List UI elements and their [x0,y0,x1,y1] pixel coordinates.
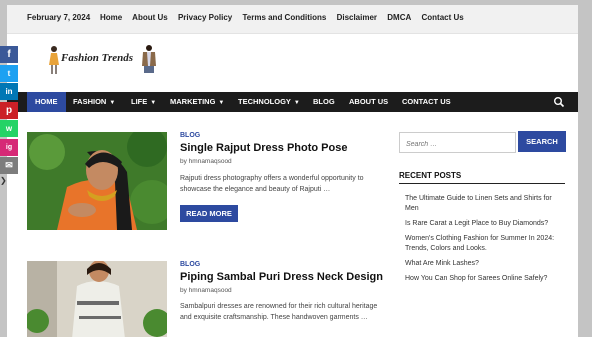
recent-posts-list: The Ultimate Guide to Linen Sets and Shi… [405,194,565,289]
top-link-about[interactable]: About Us [132,13,168,22]
top-link-terms[interactable]: Terms and Conditions [242,13,326,22]
nav-about-label: ABOUT US [349,97,389,106]
site-logo[interactable]: Fashion Trends [47,43,167,77]
post-thumbnail-rajput-dress[interactable] [27,132,167,230]
web-page: February 7, 2024 Home About Us Privacy P… [7,5,578,337]
post-category[interactable]: BLOG [180,261,200,268]
top-link-privacy[interactable]: Privacy Policy [178,13,232,22]
recent-post-link[interactable]: The Ultimate Guide to Linen Sets and Shi… [405,194,565,214]
top-link-disclaimer[interactable]: Disclaimer [337,13,377,22]
search-input[interactable] [400,136,512,153]
chevron-down-icon: ▼ [109,100,116,106]
nav-blog[interactable]: BLOG [313,92,335,112]
post-category[interactable]: BLOG [180,132,200,139]
top-bar: February 7, 2024 Home About Us Privacy P… [7,5,578,34]
share-toggle-icon[interactable]: ❯ [0,176,7,185]
woman-in-orange-dress-image [27,132,167,230]
nav-technology[interactable]: TECHNOLOGY ▼ [238,92,300,112]
email-icon[interactable]: ✉ [0,157,18,174]
post-excerpt: Sambalpuri dresses are renowned for thei… [180,303,378,321]
chevron-down-icon: ▼ [293,100,300,106]
recent-post-link[interactable]: Is Rare Carat a Legit Place to Buy Diamo… [405,219,565,229]
search-button[interactable]: SEARCH [518,131,566,152]
nav-life-label: LIFE [131,97,148,106]
nav-fashion[interactable]: FASHION ▼ [73,92,115,112]
current-date: February 7, 2024 [27,13,91,22]
post-title[interactable]: Single Rajput Dress Photo Pose [180,142,347,154]
nav-about-us[interactable]: ABOUT US [349,92,388,112]
recent-post-link[interactable]: What Are Mink Lashes? [405,259,565,269]
search-icon[interactable] [553,96,565,108]
top-links: Home About Us Privacy Policy Terms and C… [100,13,472,22]
recent-post-link[interactable]: Women's Clothing Fashion for Summer In 2… [405,234,565,254]
nav-marketing[interactable]: MARKETING ▼ [170,92,224,112]
post-author[interactable]: by hmnamaqsood [180,287,232,294]
facebook-icon[interactable]: f [0,46,18,63]
top-link-home[interactable]: Home [100,13,122,22]
browser-frame: February 7, 2024 Home About Us Privacy P… [0,0,592,337]
nav-technology-label: TECHNOLOGY [238,97,291,106]
nav-contact-us[interactable]: CONTACT US [402,92,451,112]
top-link-contact[interactable]: Contact Us [422,13,464,22]
linkedin-icon[interactable]: in [0,83,18,100]
recent-post-link[interactable]: How You Can Shop for Sarees Online Safel… [405,274,565,284]
social-share-bar: f t in p w ig ✉ [0,46,18,176]
instagram-icon[interactable]: ig [0,138,18,156]
sidebar-search-box [399,132,516,153]
nav-contact-label: CONTACT US [402,97,451,106]
twitter-icon[interactable]: t [0,64,18,82]
post-thumbnail-sambalpuri-dress[interactable] [27,261,167,337]
pinterest-icon[interactable]: p [0,101,18,119]
post-author[interactable]: by hmnamaqsood [180,158,232,165]
whatsapp-icon[interactable]: w [0,120,18,137]
nav-blog-label: BLOG [313,97,335,106]
logo-text: Fashion Trends [61,52,134,64]
read-more-button[interactable]: READ MORE [180,205,238,222]
nav-home[interactable]: HOME [27,92,66,112]
woman-in-white-dress-image [27,261,167,337]
post-excerpt: Rajputi dress photography offers a wonde… [180,175,364,193]
main-nav: HOME FASHION ▼ LIFE ▼ MARKETING ▼ TECHNOLOG… [7,92,578,112]
nav-home-label: HOME [35,97,58,106]
woman-figure-icon [49,46,59,74]
divider [399,183,565,184]
top-link-dmca[interactable]: DMCA [387,13,411,22]
chevron-down-icon: ▼ [218,100,225,106]
recent-posts-heading: RECENT POSTS [399,171,462,180]
post-title[interactable]: Piping Sambal Puri Dress Neck Design [180,271,383,283]
chevron-down-icon: ▼ [150,100,157,106]
nav-marketing-label: MARKETING [170,97,216,106]
nav-fashion-label: FASHION [73,97,107,106]
nav-life[interactable]: LIFE ▼ [131,92,156,112]
man-figure-icon [142,45,156,73]
